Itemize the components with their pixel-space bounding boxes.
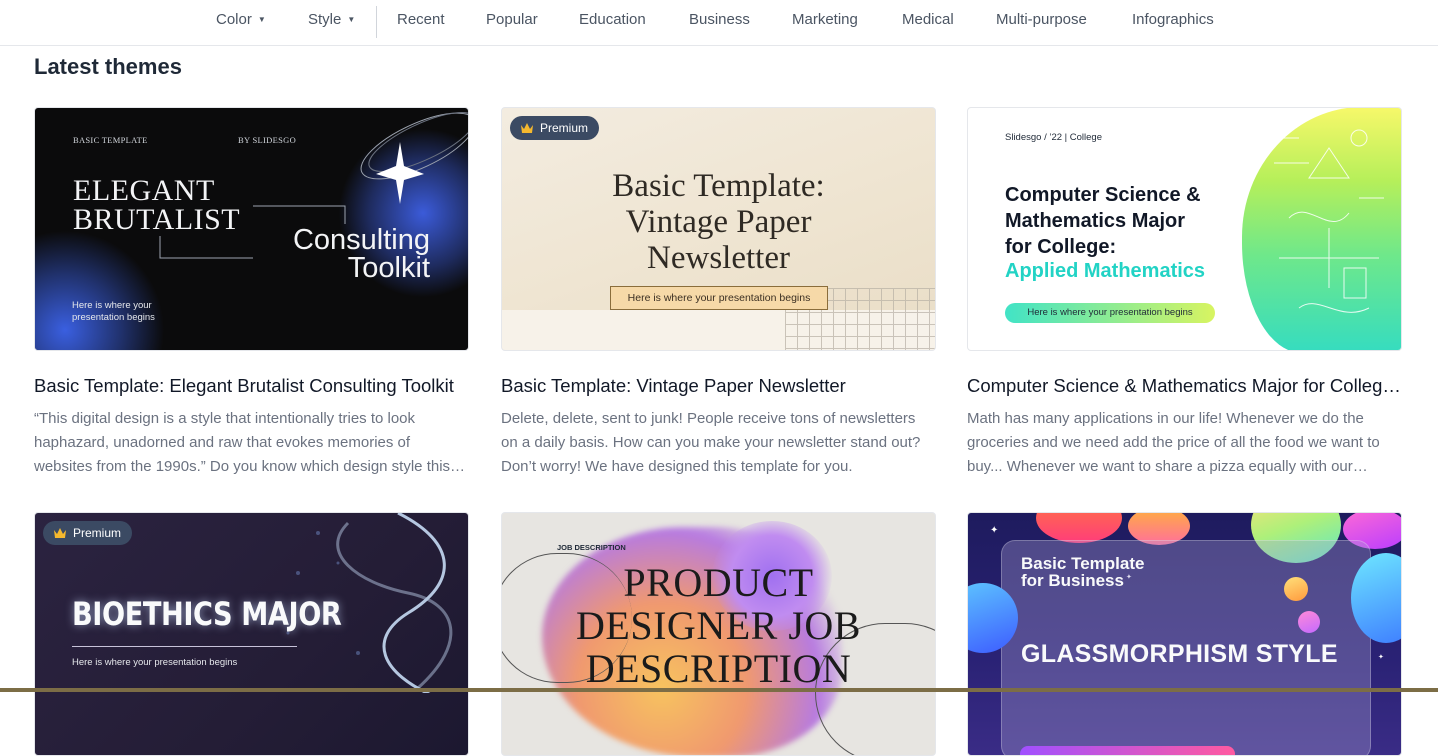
card-description: “This digital design is a style that int… <box>34 410 451 475</box>
card-title[interactable]: Basic Template: Vintage Paper Newsletter <box>501 375 936 397</box>
decor-bar <box>1020 746 1235 755</box>
caret-down-icon: ▼ <box>347 15 356 24</box>
window-bottom-edge <box>0 688 1438 692</box>
nav-style-dropdown[interactable]: Style ▼ <box>308 11 355 28</box>
decor-bubble <box>1036 513 1122 543</box>
nav-divider <box>376 6 377 38</box>
premium-badge: Premium <box>43 521 133 545</box>
theme-thumbnail[interactable]: Premium Basic Template: Vintage Paper Ne… <box>501 107 936 351</box>
theme-thumbnail[interactable]: Slidesgo / ’22 | College Computer Scienc… <box>967 107 1402 351</box>
nav-label: Style <box>308 11 342 28</box>
theme-card: Premium Basic Template: Vintage Paper Ne… <box>501 107 936 475</box>
premium-badge: Premium <box>510 116 600 140</box>
nav-popular[interactable]: Popular <box>486 11 538 28</box>
nav-marketing[interactable]: Marketing <box>792 11 858 28</box>
card-title[interactable]: Basic Template: Elegant Brutalist Consul… <box>34 375 469 397</box>
nav-education[interactable]: Education <box>579 11 646 28</box>
theme-thumbnail[interactable]: ✦ ✦ ✦ Basic Template for Business GLASSM… <box>967 512 1402 756</box>
thumb-caption: Here is where your presentation begins <box>72 657 238 668</box>
thumb-caption: Here is where your presentation begins <box>610 286 828 310</box>
thumb-title: PRODUCT DESIGNER JOB DESCRIPTION <box>576 560 861 691</box>
card-title[interactable]: Computer Science & Mathematics Major for… <box>967 375 1402 397</box>
category-nav: Color ▼ Style ▼ Recent Popular Education B… <box>0 0 1438 46</box>
divider <box>72 646 297 647</box>
thumb-title: Basic Template: Vintage Paper Newsletter <box>612 168 825 276</box>
star-icon: ✦ <box>1378 654 1384 661</box>
card-description: Math has many applications in our life! … <box>967 410 1380 475</box>
premium-label: Premium <box>73 526 122 540</box>
theme-card: ✦ ✦ ✦ Basic Template for Business GLASSM… <box>967 512 1402 756</box>
theme-card: Premium BIOETHICS MAJOR Here is where yo… <box>34 512 469 756</box>
crown-icon <box>521 123 533 133</box>
math-doodle-icon <box>1269 129 1384 313</box>
thumb-label: BASIC TEMPLATE <box>73 135 148 145</box>
nav-business[interactable]: Business <box>689 11 750 28</box>
thumb-subtitle: Consulting Toolkit <box>292 224 430 284</box>
thumb-label: BY SLIDESGO <box>238 135 297 145</box>
nav-color-dropdown[interactable]: Color ▼ <box>216 11 266 28</box>
thumb-subtitle: Basic Template for Business <box>1021 554 1145 590</box>
thumb-label: JOB DESCRIPTION <box>557 543 626 552</box>
thumb-title: Computer Science & Mathematics Major for… <box>1005 184 1201 258</box>
thumb-subtitle: Applied Mathematics <box>1005 260 1206 282</box>
nav-label: Color <box>216 11 252 28</box>
thumb-title: BIOETHICS MAJOR <box>72 595 342 633</box>
nav-infographics[interactable]: Infographics <box>1132 11 1214 28</box>
decor-bubble <box>1298 611 1320 633</box>
thumb-caption: Here is where your presentation begins <box>72 300 155 323</box>
nav-medical[interactable]: Medical <box>902 11 954 28</box>
card-description: Delete, delete, sent to junk! People rec… <box>501 410 921 475</box>
theme-thumbnail[interactable]: JOB DESCRIPTION PRODUCT DESIGNER JOB DES… <box>501 512 936 756</box>
caret-down-icon: ▼ <box>257 15 266 24</box>
thumb-title: ELEGANT BRUTALIST <box>73 174 241 236</box>
decor-bubble <box>1284 577 1308 601</box>
theme-thumbnail[interactable]: BASIC TEMPLATE BY SLIDESGO ELEGANT BRUTA… <box>34 107 469 351</box>
premium-label: Premium <box>540 121 589 135</box>
theme-thumbnail[interactable]: Premium BIOETHICS MAJOR Here is where yo… <box>34 512 469 756</box>
star-icon: ✦ <box>990 525 999 536</box>
nav-multi-purpose[interactable]: Multi-purpose <box>996 11 1087 28</box>
theme-card: BASIC TEMPLATE BY SLIDESGO ELEGANT BRUTA… <box>34 107 469 475</box>
section-title: Latest themes <box>34 54 182 79</box>
thumb-title: GLASSMORPHISM STYLE <box>1021 640 1338 668</box>
thumb-header: Slidesgo / ’22 | College <box>1005 132 1102 143</box>
thumb-caption: Here is where your presentation begins <box>1005 303 1215 323</box>
crown-icon <box>54 528 66 538</box>
theme-card: JOB DESCRIPTION PRODUCT DESIGNER JOB DES… <box>501 512 936 756</box>
nav-recent[interactable]: Recent <box>397 11 445 28</box>
theme-card: Slidesgo / ’22 | College Computer Scienc… <box>967 107 1402 475</box>
